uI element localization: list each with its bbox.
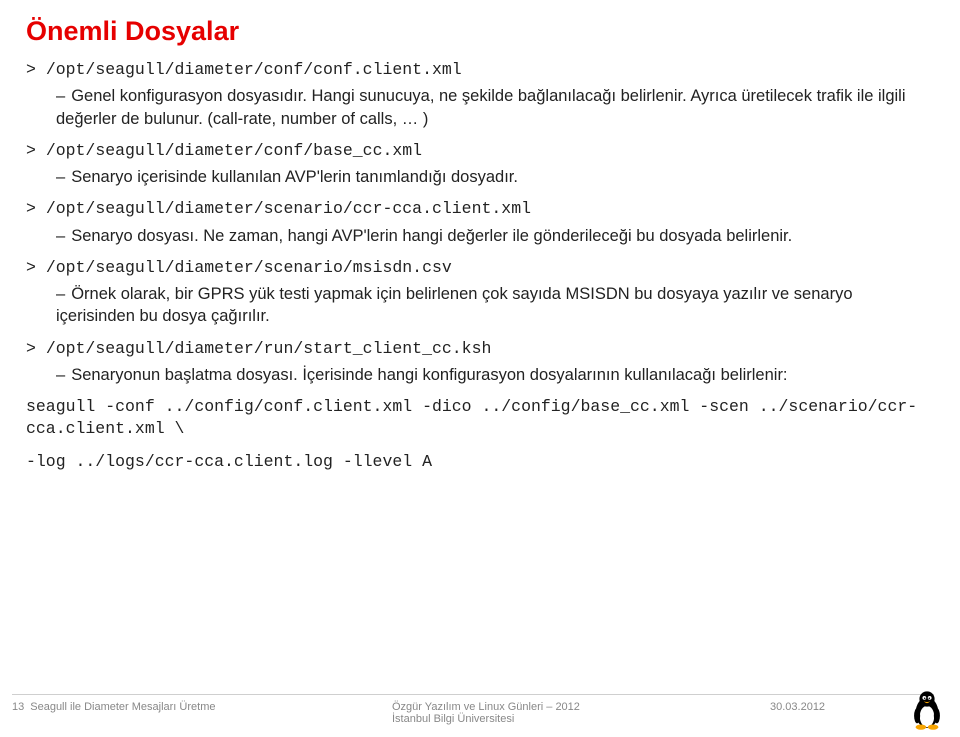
file-path-2: > /opt/seagull/diameter/scenario/ccr-cca… — [26, 198, 934, 220]
file-path-4: > /opt/seagull/diameter/run/start_client… — [26, 338, 934, 360]
file-path-text: /opt/seagull/diameter/scenario/ccr-cca.c… — [46, 199, 531, 218]
file-path-text: /opt/seagull/diameter/conf/conf.client.x… — [46, 60, 462, 79]
file-path-text: /opt/seagull/diameter/scenario/msisdn.cs… — [46, 258, 452, 277]
file-desc-0: –Genel konfigurasyon dosyasıdır. Hangi s… — [56, 85, 934, 130]
command-line-1: seagull -conf ../config/conf.client.xml … — [26, 396, 934, 441]
file-desc-text: Genel konfigurasyon dosyasıdır. Hangi su… — [56, 87, 906, 127]
footer-event-title: Özgür Yazılım ve Linux Günleri – 2012 — [392, 701, 752, 713]
file-desc-text: Senaryo içerisinde kullanılan AVP'lerin … — [71, 168, 518, 186]
file-desc-2: –Senaryo dosyası. Ne zaman, hangi AVP'le… — [56, 225, 934, 247]
footer-separator — [12, 694, 934, 695]
footer: 13 Seagull ile Diameter Mesajları Üretme… — [0, 694, 960, 737]
file-desc-3: –Örnek olarak, bir GPRS yük testi yapmak… — [56, 283, 934, 328]
footer-date: 30.03.2012 — [770, 701, 825, 713]
file-desc-text: Senaryonun başlatma dosyası. İçerisinde … — [71, 366, 787, 384]
file-desc-text: Örnek olarak, bir GPRS yük testi yapmak … — [56, 285, 853, 325]
page-number: 13 — [12, 701, 24, 713]
footer-event-subtitle: İstanbul Bilgi Üniversitesi — [392, 713, 752, 725]
file-path-0: > /opt/seagull/diameter/conf/conf.client… — [26, 59, 934, 81]
file-path-1: > /opt/seagull/diameter/conf/base_cc.xml — [26, 140, 934, 162]
file-desc-4: –Senaryonun başlatma dosyası. İçerisinde… — [56, 364, 934, 386]
command-line-2: -log ../logs/ccr-cca.client.log -llevel … — [26, 451, 934, 473]
footer-left-title: Seagull ile Diameter Mesajları Üretme — [30, 701, 215, 713]
file-path-3: > /opt/seagull/diameter/scenario/msisdn.… — [26, 257, 934, 279]
file-desc-text: Senaryo dosyası. Ne zaman, hangi AVP'ler… — [71, 227, 792, 245]
content-body: > /opt/seagull/diameter/conf/conf.client… — [26, 59, 934, 473]
page-title: Önemli Dosyalar — [26, 16, 934, 47]
file-path-text: /opt/seagull/diameter/conf/base_cc.xml — [46, 141, 422, 160]
file-desc-1: –Senaryo içerisinde kullanılan AVP'lerin… — [56, 166, 934, 188]
file-path-text: /opt/seagull/diameter/run/start_client_c… — [46, 339, 492, 358]
tux-icon — [908, 689, 946, 731]
